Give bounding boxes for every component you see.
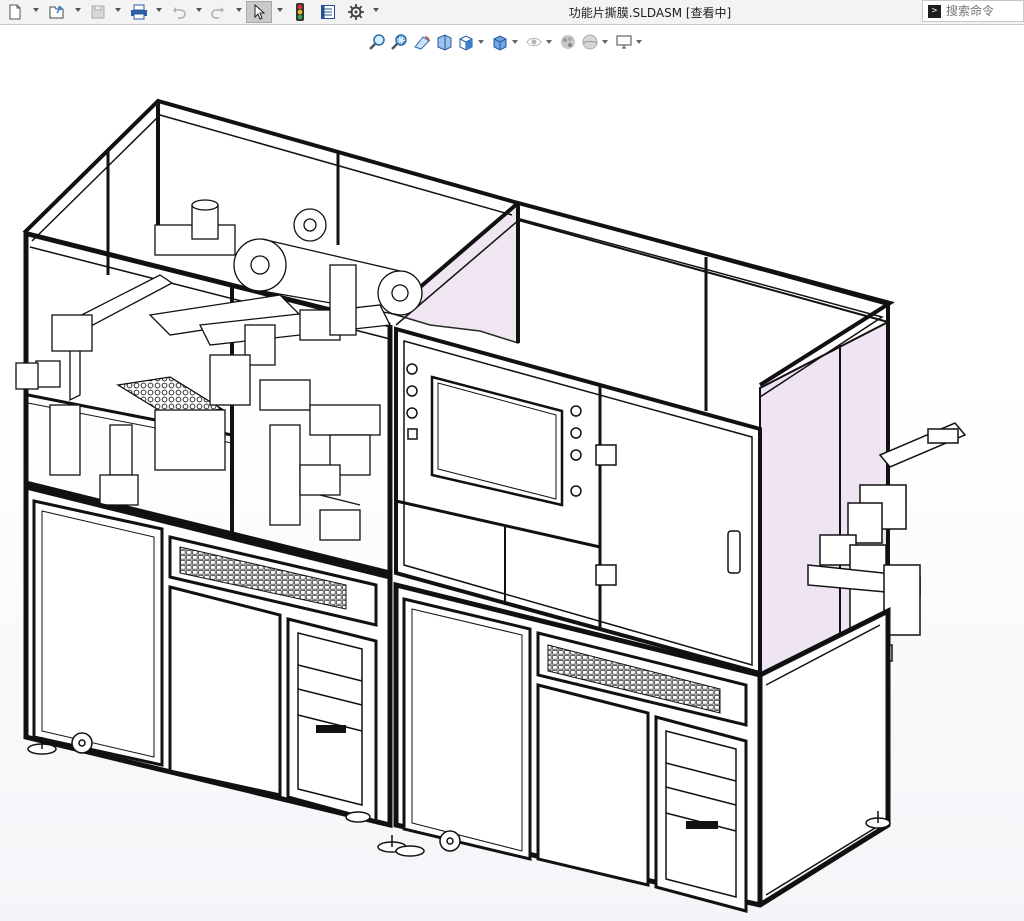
- print-dropdown-caret[interactable]: [156, 8, 162, 12]
- save-dropdown-caret[interactable]: [115, 8, 121, 12]
- open-file-icon[interactable]: [46, 2, 68, 22]
- open-dropdown-caret[interactable]: [75, 8, 81, 12]
- select-dropdown-caret[interactable]: [277, 8, 283, 12]
- redo-dropdown-caret[interactable]: [236, 8, 242, 12]
- document-title: 功能片撕膜.SLDASM [查看中]: [568, 6, 732, 20]
- rebuild-traffic-light-icon[interactable]: [292, 2, 308, 22]
- file-properties-icon[interactable]: [318, 2, 338, 22]
- select-cursor-icon[interactable]: [246, 1, 272, 23]
- command-prompt-icon: >: [928, 4, 941, 18]
- undo-dropdown-caret[interactable]: [196, 8, 202, 12]
- internal-mechanism: [15, 199, 423, 541]
- undo-icon[interactable]: [170, 2, 188, 22]
- search-commands-box[interactable]: >: [922, 0, 1024, 22]
- redo-icon[interactable]: [209, 2, 227, 22]
- search-commands-input[interactable]: [946, 4, 1020, 18]
- options-gear-icon[interactable]: [345, 2, 367, 22]
- graphics-area[interactable]: [0, 25, 1024, 921]
- title-bar: 功能片撕膜.SLDASM [查看中] >: [0, 0, 1024, 25]
- print-icon[interactable]: [128, 2, 150, 22]
- save-icon[interactable]: [88, 2, 108, 22]
- assembly-model-view[interactable]: [0, 25, 1024, 921]
- new-dropdown-caret[interactable]: [33, 8, 39, 12]
- options-dropdown-caret[interactable]: [373, 8, 379, 12]
- new-document-icon[interactable]: [6, 2, 24, 22]
